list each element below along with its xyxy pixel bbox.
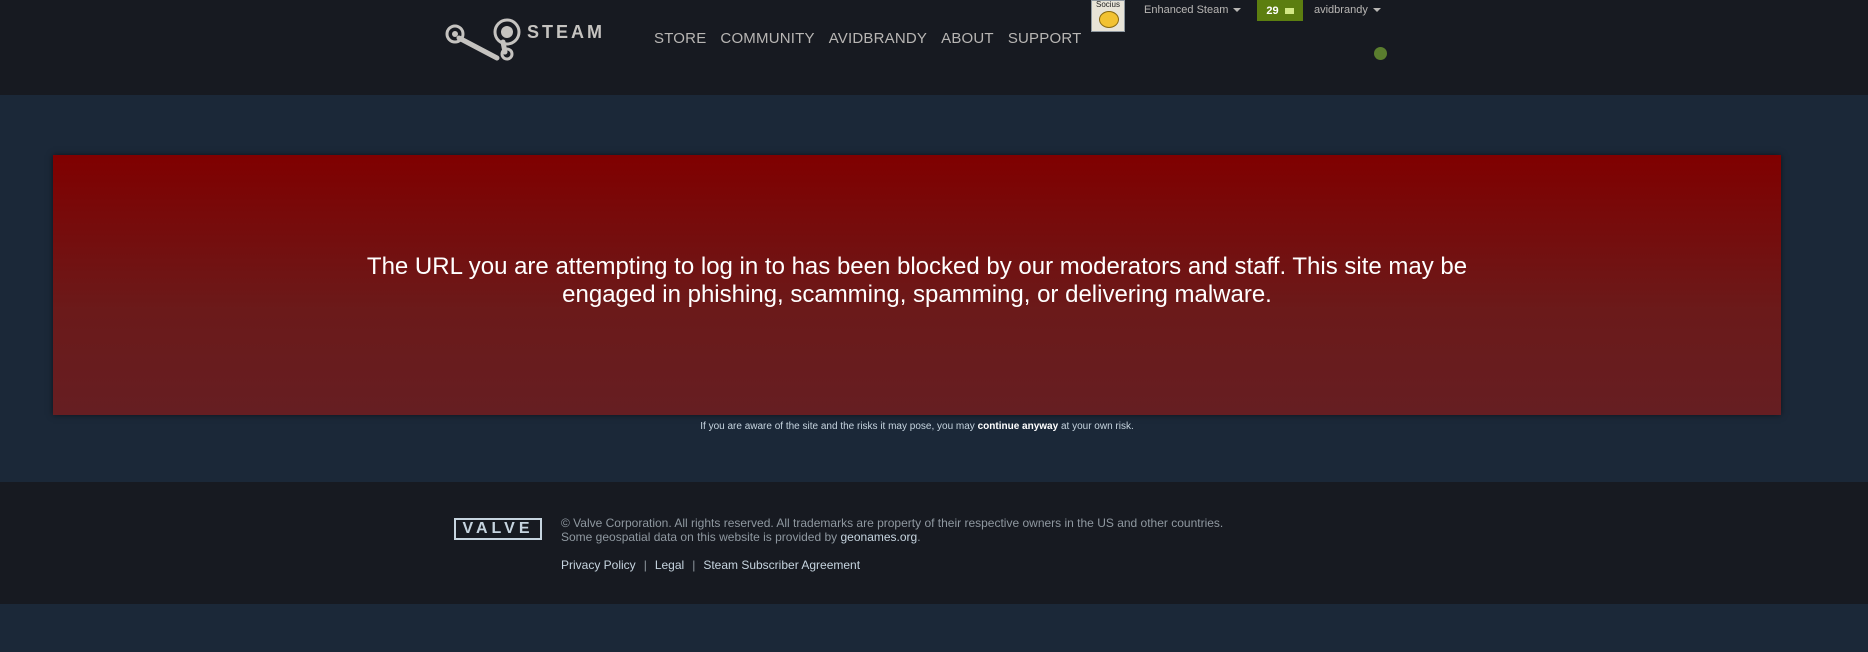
- continue-note-after: at your own risk.: [1058, 421, 1134, 432]
- legal-link[interactable]: Legal: [655, 558, 684, 572]
- envelope-icon: [1284, 7, 1294, 14]
- nav-about[interactable]: ABOUT: [941, 30, 994, 47]
- continue-anyway-link[interactable]: continue anyway: [978, 421, 1059, 432]
- nav-community[interactable]: COMMUNITY: [720, 30, 814, 47]
- error-panel: The URL you are attempting to log in to …: [53, 155, 1781, 415]
- subscriber-agreement-link[interactable]: Steam Subscriber Agreement: [703, 558, 860, 572]
- main-nav: STORE COMMUNITY AVIDBRANDY ABOUT SUPPORT: [654, 30, 1095, 47]
- continue-note-before: If you are aware of the site and the ris…: [700, 421, 978, 432]
- steam-wordmark: STEAM: [527, 22, 605, 42]
- enhanced-steam-label: Enhanced Steam: [1144, 4, 1229, 16]
- account-name: avidbrandy: [1314, 4, 1368, 16]
- chevron-down-icon: [1372, 8, 1381, 12]
- enhanced-steam-menu[interactable]: Enhanced Steam: [1144, 4, 1242, 16]
- link-separator: |: [643, 558, 647, 572]
- copyright-line-2: Some geospatial data on this website is …: [561, 530, 1223, 544]
- chevron-down-icon: [1233, 8, 1242, 12]
- error-message: The URL you are attempting to log in to …: [366, 253, 1468, 308]
- continue-note: If you are aware of the site and the ris…: [0, 421, 1834, 432]
- account-menu[interactable]: avidbrandy: [1314, 4, 1381, 16]
- footer-links: Privacy Policy | Legal | Steam Subscribe…: [561, 558, 860, 572]
- privacy-policy-link[interactable]: Privacy Policy: [561, 558, 636, 572]
- notifications-button[interactable]: 29: [1257, 0, 1303, 21]
- copyright-line-1: © Valve Corporation. All rights reserved…: [561, 516, 1224, 530]
- steam-logo[interactable]: STEAM: [445, 18, 625, 64]
- nav-profile[interactable]: AVIDBRANDY: [829, 30, 927, 47]
- geodata-period: .: [917, 530, 921, 544]
- nav-support[interactable]: SUPPORT: [1008, 30, 1082, 47]
- link-separator: |: [692, 558, 696, 572]
- nav-store[interactable]: STORE: [654, 30, 706, 47]
- socius-face-icon: [1099, 11, 1119, 28]
- notification-count: 29: [1266, 4, 1279, 17]
- socius-extension-button[interactable]: Socius: [1091, 0, 1125, 32]
- geonames-link[interactable]: geonames.org: [841, 530, 918, 544]
- socius-label: Socius: [1095, 0, 1120, 9]
- steam-logo-icon: STEAM: [445, 18, 605, 61]
- footer: VALVE © Valve Corporation. All rights re…: [0, 482, 1868, 604]
- online-status-icon: [1374, 47, 1387, 60]
- copyright-text: © Valve Corporation. All rights reserved…: [561, 516, 1223, 544]
- global-header: STEAM STORE COMMUNITY AVIDBRANDY ABOUT S…: [0, 0, 1868, 95]
- valve-logo[interactable]: VALVE: [454, 518, 542, 540]
- geodata-text: Some geospatial data on this website is …: [561, 530, 841, 544]
